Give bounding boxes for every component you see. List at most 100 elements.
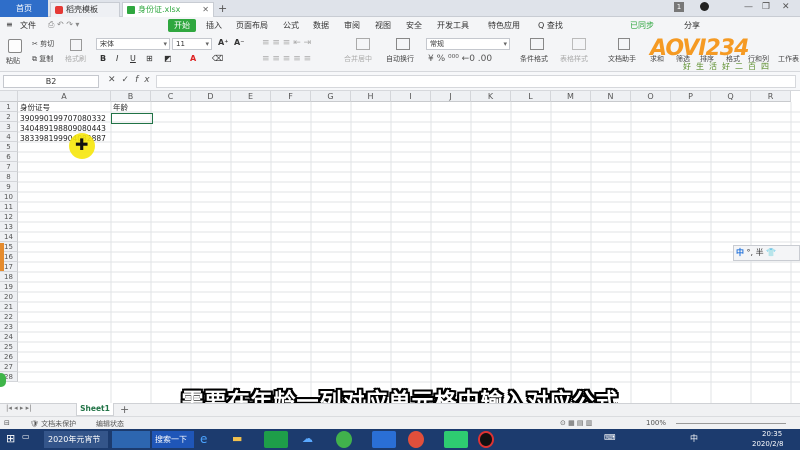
avatar[interactable] — [700, 2, 709, 11]
taskbar-browser[interactable] — [112, 431, 150, 448]
row-header-24[interactable]: 24 — [0, 332, 18, 342]
taskview-icon[interactable]: ▭ — [22, 432, 30, 441]
ime-skin-icon[interactable]: 👕 — [766, 248, 776, 257]
row-header-3[interactable]: 3 — [0, 122, 18, 132]
menu-start[interactable]: 开始 — [168, 19, 196, 32]
italic-button[interactable]: I — [116, 54, 118, 63]
fill-color-icon[interactable]: ◩ — [164, 54, 172, 63]
row-header-9[interactable]: 9 — [0, 182, 18, 192]
row-header-6[interactable]: 6 — [0, 152, 18, 162]
wrap-button[interactable]: 自动换行 — [386, 54, 414, 64]
protect-status[interactable]: 🛡 文档未保护 — [30, 419, 76, 429]
copy-button[interactable]: ⧉ 复制 — [32, 54, 53, 64]
menu-icon[interactable]: ≡ — [6, 20, 13, 29]
number-format-icons[interactable]: ¥ % ⁰⁰⁰ ←0 .00 — [428, 54, 492, 64]
column-header-g[interactable]: G — [311, 91, 351, 102]
folder-icon[interactable]: ▬ — [232, 432, 242, 445]
column-header-i[interactable]: I — [391, 91, 431, 102]
new-tab-icon[interactable]: + — [218, 2, 227, 15]
column-header-c[interactable]: C — [151, 91, 191, 102]
row-header-7[interactable]: 7 — [0, 162, 18, 172]
view-buttons[interactable]: ⊙ ▦ ▤ ▥ — [560, 419, 592, 427]
add-sheet-button[interactable]: + — [120, 403, 129, 416]
confirm-icon[interactable]: ✓ — [122, 75, 136, 85]
windows-start-icon[interactable]: ⊞ — [6, 432, 15, 445]
wrap-icon[interactable] — [396, 38, 410, 50]
close-tab-icon[interactable]: ✕ — [202, 3, 209, 17]
font-size-select[interactable]: 11 — [172, 38, 212, 50]
menu-search[interactable]: Q 查找 — [538, 20, 563, 31]
menu-developer[interactable]: 开发工具 — [437, 20, 469, 31]
ime-toolbar[interactable]: 中 °, 半 👕 — [733, 245, 800, 261]
selected-cell-b2[interactable] — [111, 113, 153, 124]
column-header-h[interactable]: H — [351, 91, 391, 102]
record-icon[interactable] — [478, 431, 494, 448]
row-header-23[interactable]: 23 — [0, 322, 18, 332]
font-color-icon[interactable]: A — [190, 54, 196, 63]
cut-button[interactable]: ✂ 剪切 — [32, 39, 54, 49]
row-header-1[interactable]: 1 — [0, 102, 18, 112]
chrome-icon[interactable] — [408, 431, 424, 448]
close-window-icon[interactable]: ✕ — [782, 2, 790, 12]
cell-b1[interactable]: 年龄 — [111, 103, 128, 113]
row-header-25[interactable]: 25 — [0, 342, 18, 352]
view-mode-icon[interactable]: ⊟ — [4, 419, 10, 427]
align-top-icons[interactable]: ≡ ≡ ≡ ⇤ ⇥ — [262, 38, 311, 48]
cloud-icon[interactable]: ☁ — [302, 432, 313, 445]
underline-button[interactable]: U — [130, 54, 136, 63]
column-header-m[interactable]: M — [551, 91, 591, 102]
paste-icon[interactable] — [8, 39, 22, 53]
shrink-font-icon[interactable]: A⁻ — [234, 38, 244, 47]
format-painter-icon[interactable] — [70, 39, 82, 51]
ime-options-label[interactable]: °, 半 — [747, 248, 764, 257]
sheet-tab-sheet1[interactable]: Sheet1 — [76, 403, 114, 416]
cancel-icon[interactable]: ✕ — [108, 75, 122, 85]
iqiyi-icon[interactable] — [444, 431, 468, 448]
column-header-j[interactable]: J — [431, 91, 471, 102]
tab-template[interactable]: 稻壳模板 — [50, 2, 120, 17]
font-name-select[interactable]: 宋体 — [96, 38, 170, 50]
row-header-27[interactable]: 27 — [0, 362, 18, 372]
doc-assistant-button[interactable]: 文档助手 — [608, 54, 636, 64]
maximize-icon[interactable]: ❐ — [762, 2, 770, 12]
row-header-2[interactable]: 2 — [0, 112, 18, 122]
menu-formula[interactable]: 公式 — [283, 20, 299, 31]
keyboard-icon[interactable]: ⌨ — [604, 433, 616, 442]
merge-button[interactable]: 合并居中 — [344, 54, 372, 64]
row-header-5[interactable]: 5 — [0, 142, 18, 152]
sheet-nav-arrows[interactable]: |◂ ◂ ▸ ▸| — [6, 404, 31, 412]
zoom-level[interactable]: 100% — [646, 419, 666, 427]
column-header-n[interactable]: N — [591, 91, 631, 102]
word-icon[interactable] — [372, 431, 396, 448]
paste-button[interactable]: 粘贴 — [6, 56, 20, 66]
ie-icon[interactable]: e — [200, 432, 207, 446]
table-style-icon[interactable] — [572, 38, 586, 50]
align-left-icons[interactable]: ≡ ≡ ≡ ≡ ≡ — [262, 54, 311, 64]
row-header-20[interactable]: 20 — [0, 292, 18, 302]
number-format-select[interactable]: 常规 — [426, 38, 510, 50]
share-button[interactable]: 分享 — [684, 20, 700, 31]
row-header-19[interactable]: 19 — [0, 282, 18, 292]
select-all-corner[interactable] — [0, 91, 18, 102]
browser360-icon[interactable] — [336, 431, 352, 448]
column-header-p[interactable]: P — [671, 91, 711, 102]
menu-security[interactable]: 安全 — [406, 20, 422, 31]
sync-status[interactable]: 已同步 — [630, 20, 654, 31]
format-painter-button[interactable]: 格式刷 — [65, 54, 86, 64]
doc-assistant-icon[interactable] — [618, 38, 630, 50]
menu-view[interactable]: 视图 — [375, 20, 391, 31]
ime-chinese-label[interactable]: 中 — [736, 248, 744, 257]
column-header-l[interactable]: L — [511, 91, 551, 102]
row-header-11[interactable]: 11 — [0, 202, 18, 212]
cell-a3[interactable]: 340489198809080443 — [18, 124, 106, 134]
menu-review[interactable]: 审阅 — [344, 20, 360, 31]
cond-format-icon[interactable] — [530, 38, 544, 50]
worksheet-button[interactable]: 工作表 — [778, 54, 799, 64]
column-header-e[interactable]: E — [231, 91, 271, 102]
wechat-icon[interactable] — [264, 431, 288, 448]
table-style-button[interactable]: 表格样式 — [560, 54, 588, 64]
menu-file[interactable]: 文件 — [20, 20, 36, 31]
row-header-22[interactable]: 22 — [0, 312, 18, 322]
tab-home[interactable]: 首页 — [0, 0, 48, 17]
column-header-r[interactable]: R — [751, 91, 791, 102]
